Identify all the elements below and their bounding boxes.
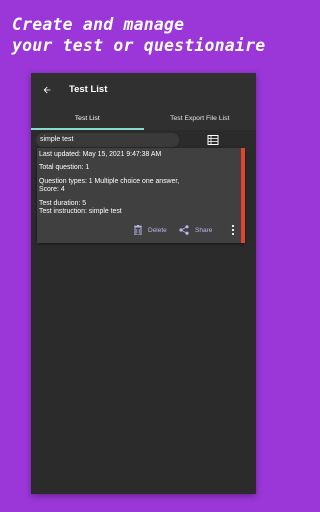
list-view-icon[interactable] <box>207 134 219 146</box>
score-text: Score: 4 <box>39 186 65 193</box>
page-title: Test List <box>69 84 108 95</box>
promo-line-2: your test or questionaire <box>12 36 266 55</box>
delete-icon <box>134 225 142 235</box>
test-list-content: simple test Last updated: May 15, 2021 9… <box>31 130 256 494</box>
promo-headline: Create and manage your test or questiona… <box>12 14 282 56</box>
test-instruction-text: Test instruction: simple test <box>39 208 122 215</box>
share-icon <box>179 225 189 235</box>
search-chip[interactable]: simple test <box>36 133 179 147</box>
tab-test-export-file-list[interactable]: Test Export File List <box>144 106 257 130</box>
tab-test-list[interactable]: Test List <box>31 106 144 130</box>
delete-label: Delete <box>148 226 167 234</box>
test-card[interactable]: Last updated: May 15, 2021 9:47:38 AM To… <box>37 148 245 243</box>
app-bar: Test List <box>31 73 256 106</box>
delete-button[interactable]: Delete <box>134 221 167 239</box>
share-label: Share <box>195 226 213 234</box>
tab-bar: Test List Test Export File List <box>31 106 256 130</box>
app-screen: Test List Test List Test Export File Lis… <box>31 73 256 494</box>
back-button[interactable] <box>33 73 61 106</box>
share-button[interactable]: Share <box>179 221 212 239</box>
card-actions: Delete Share <box>37 221 241 239</box>
promo-line-1: Create and manage <box>12 15 185 34</box>
arrow-left-icon <box>43 86 51 93</box>
total-question-text: Total question: 1 <box>39 164 90 171</box>
search-row: simple test <box>31 133 256 147</box>
last-updated-text: Last updated: May 15, 2021 9:47:38 AM <box>39 151 162 158</box>
more-vert-icon[interactable] <box>230 224 236 236</box>
